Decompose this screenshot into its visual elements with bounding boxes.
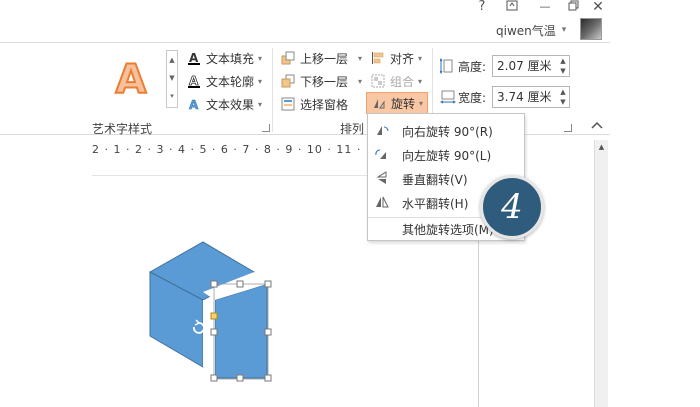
cube-shape[interactable] [140,232,280,392]
group-icon [370,73,386,89]
rotate-icon [371,95,387,111]
flip-horizontal-icon [368,195,396,212]
resize-handle [264,328,272,336]
text-effects-icon: A [186,96,202,112]
help-button[interactable]: ? [470,0,494,16]
group-button[interactable]: 组合 ▾ [370,71,422,91]
resize-handle [264,374,272,382]
text-outline-label: 文本轮廓 [206,74,255,89]
flip-vertical-icon [368,170,396,188]
height-label: 高度: [458,59,487,74]
width-row: 宽度: [440,86,486,108]
align-dropdown-icon: ▾ [418,53,423,63]
svg-text:A: A [189,98,199,111]
cube-right-face-selected [214,283,268,379]
text-fill-label: 文本填充 [206,51,255,66]
text-outline-dropdown-icon: ▾ [258,76,263,86]
height-value: 2.07 厘米 [497,59,552,73]
selection-pane-button[interactable]: 选择窗格 [280,94,348,114]
svg-text:A: A [189,51,199,65]
send-backward-dropdown-icon: ▾ [358,76,363,86]
ribbon-display-icon [506,0,518,11]
rotate-dropdown-icon: ▾ [419,98,424,108]
user-name: qiwen气温 [496,23,556,38]
adjust-handle [210,312,218,320]
wordart-gallery-scroll[interactable]: ▲ ▼ ▾ [166,50,178,108]
minimize-button[interactable]: — [533,0,557,16]
step-number-badge: 4 [480,175,544,239]
group-separator [272,48,273,132]
menu-item-label: 向左旋转 90°(L) [402,148,492,163]
wordart-style-preview[interactable]: A [100,48,162,112]
wordart-letter: A [115,56,148,104]
menu-item-rotate-left[interactable]: 向左旋转 90°(L) [368,144,524,166]
menu-item-rotate-right[interactable]: 向右旋转 90°(R) [368,120,524,142]
vertical-scrollbar[interactable]: ▲ [594,140,608,407]
size-group-launcher[interactable] [564,124,572,132]
resize-handle [210,280,218,288]
arrange-group-label: 排列 [340,122,365,136]
selection-pane-icon [280,96,296,112]
svg-text:A: A [189,74,199,88]
resize-handle [236,374,244,382]
user-dropdown-icon: ▾ [561,25,567,35]
height-icon [440,58,458,74]
text-fill-button[interactable]: A 文本填充 ▾ [186,48,262,68]
wordart-group-label: 艺术字样式 [92,122,153,136]
align-icon [370,50,386,66]
user-account[interactable]: qiwen气温 ▾ [496,22,566,38]
width-value: 3.74 厘米 [497,90,552,104]
width-input[interactable]: 3.74 厘米 ▲ ▼ [492,86,570,108]
rotate-right-icon [368,123,396,140]
rotate-left-icon [368,147,396,164]
restore-icon [568,0,579,11]
align-label: 对齐 [390,51,415,66]
height-spinner[interactable]: ▲ ▼ [557,56,569,76]
rotate-button[interactable]: 旋转 ▾ [366,92,429,114]
scroll-up-icon[interactable]: ▲ [596,141,607,153]
restore-button[interactable] [562,0,586,16]
align-button[interactable]: 对齐 ▾ [370,48,422,68]
resize-handle [264,280,272,288]
group-label: 组合 [390,74,415,89]
wordart-group-launcher[interactable] [262,124,270,132]
text-outline-button[interactable]: A 文本轮廓 ▾ [186,71,262,91]
width-spinner[interactable]: ▲ ▼ [557,87,569,107]
height-input[interactable]: 2.07 厘米 ▲ ▼ [492,55,570,77]
menu-item-label: 向右旋转 90°(R) [402,124,493,139]
menu-item-label: 垂直翻转(V) [402,172,468,187]
send-backward-label: 下移一层 [300,74,349,89]
resize-handle [210,374,218,382]
text-outline-icon: A [186,73,202,89]
group-dropdown-icon: ▾ [418,76,423,86]
bring-forward-dropdown-icon: ▾ [358,53,363,63]
height-row: 高度: [440,55,486,77]
send-backward-icon [280,73,296,89]
send-backward-button[interactable]: 下移一层 ▾ [280,71,362,91]
width-icon [440,90,458,104]
menu-item-label: 水平翻转(H) [402,196,469,211]
selection-pane-label: 选择窗格 [300,97,349,112]
bring-forward-label: 上移一层 [300,51,349,66]
resize-handle [236,280,244,288]
cube-gap-fill [203,300,215,378]
text-fill-icon: A [186,50,202,66]
text-effects-button[interactable]: A 文本效果 ▾ [186,94,262,114]
text-effects-dropdown-icon: ▾ [258,99,263,109]
rotate-label: 旋转 [391,96,416,111]
close-button[interactable]: ✕ [586,0,610,16]
collapse-ribbon-icon[interactable] [591,120,603,132]
width-label: 宽度: [458,90,487,105]
bring-forward-button[interactable]: 上移一层 ▾ [280,48,362,68]
resize-handle [210,328,218,336]
bring-forward-icon [280,50,296,66]
text-effects-label: 文本效果 [206,97,255,112]
text-fill-dropdown-icon: ▾ [258,53,263,63]
avatar[interactable] [580,18,602,40]
ribbon-display-button[interactable] [500,0,524,16]
